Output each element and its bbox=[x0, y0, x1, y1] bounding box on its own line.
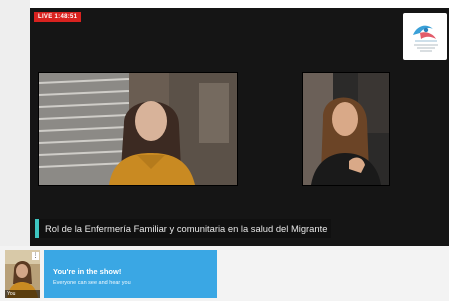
left-gutter bbox=[0, 0, 30, 246]
broadcast-stage: LIVE 1:48:51 Rol de la Enfermería Famili… bbox=[30, 8, 449, 246]
toast-title: You're in the show! bbox=[53, 267, 122, 276]
participant-video-1[interactable] bbox=[38, 72, 238, 186]
caption-text: Rol de la Enfermería Familiar y comunita… bbox=[45, 223, 328, 234]
thumbnail-menu-icon[interactable]: ⋮ bbox=[32, 252, 39, 260]
live-badge: LIVE 1:48:51 bbox=[34, 12, 82, 22]
lower-third-caption: Rol de la Enfermería Familiar y comunita… bbox=[35, 219, 332, 238]
toast-subtitle: Everyone can see and hear you bbox=[53, 280, 131, 286]
video-frame-1 bbox=[39, 73, 237, 185]
participant-video-2[interactable] bbox=[302, 72, 390, 186]
notification-toast[interactable]: You're in the show! Everyone can see and… bbox=[44, 250, 217, 298]
logo-icon bbox=[413, 25, 438, 52]
organization-logo bbox=[403, 13, 447, 60]
video-frame-2 bbox=[303, 73, 389, 185]
caption-accent-bar bbox=[35, 219, 39, 238]
self-view-label: You bbox=[5, 290, 40, 298]
self-view-thumbnail[interactable]: ⋮ You bbox=[5, 250, 40, 298]
